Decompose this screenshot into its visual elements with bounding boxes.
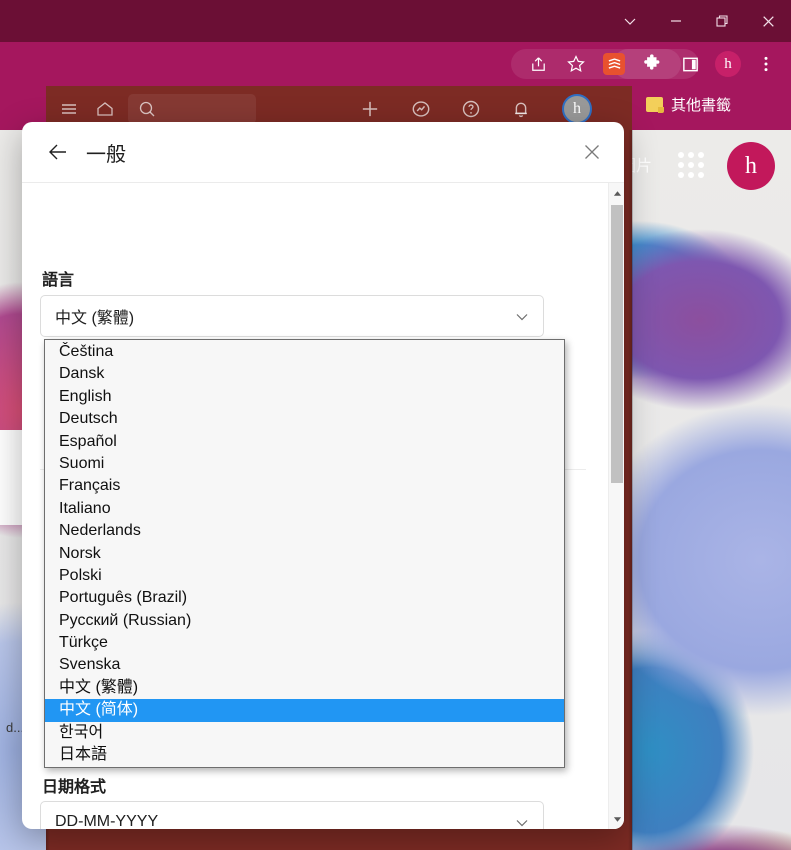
chevron-down-icon (514, 815, 530, 829)
language-select-value: 中文 (繁體) (55, 310, 135, 327)
productivity-icon[interactable] (408, 96, 434, 122)
arrow-left-icon[interactable] (44, 138, 72, 166)
language-option[interactable]: Italiano (45, 498, 564, 520)
dialog-body: 語言 中文 (繁體) 日期格式 DD-MM-YYYY 一周開始 ČeštinaD… (22, 183, 624, 829)
language-option[interactable]: Русский (Russian) (45, 610, 564, 632)
language-option[interactable]: Français (45, 475, 564, 497)
language-option[interactable]: Svenska (45, 654, 564, 676)
language-option[interactable]: 中文 (繁體) (45, 677, 564, 699)
menu-hamburger-icon[interactable] (56, 96, 82, 122)
date-format-select-value: DD-MM-YYYY (55, 813, 159, 829)
profile-initial: h (715, 51, 741, 77)
language-option[interactable]: Suomi (45, 453, 564, 475)
dialog-scrollbar[interactable] (608, 183, 624, 829)
app-user-avatar[interactable]: h (562, 94, 592, 124)
account-avatar[interactable]: h (727, 142, 775, 190)
language-option[interactable]: Deutsch (45, 408, 564, 430)
settings-dialog: 一般 語言 中文 (繁體) 日期格式 DD-MM-YYYY 一周開 (22, 122, 624, 829)
close-icon[interactable] (578, 138, 606, 166)
browser-window: h 其他書籤 d... 圖片 h h 一般 語言 中文 (繁體) 日期格式 DD… (0, 0, 791, 850)
bookmark-label: 其他書籤 (671, 97, 732, 114)
scrollbar-thumb[interactable] (611, 205, 623, 483)
label-date-format: 日期格式 (42, 779, 107, 796)
extensions-puzzle-icon[interactable] (633, 49, 671, 79)
language-select[interactable]: 中文 (繁體) (40, 295, 544, 337)
date-format-select[interactable]: DD-MM-YYYY (40, 801, 544, 829)
notifications-bell-icon[interactable] (508, 96, 534, 122)
bookmark-other-bookmarks[interactable]: 其他書籤 (646, 94, 731, 115)
scroll-down-arrow-icon[interactable] (609, 811, 624, 827)
home-icon[interactable] (92, 96, 118, 122)
language-option[interactable]: Nederlands (45, 520, 564, 542)
tab-search-chevron-icon[interactable] (607, 0, 653, 42)
language-option[interactable]: Čeština (45, 341, 564, 363)
browser-toolbar-actions: h (519, 42, 785, 86)
language-option[interactable]: 中文 (简体) (45, 699, 564, 722)
label-language: 語言 (42, 272, 75, 289)
todoist-extension-icon[interactable] (595, 49, 633, 79)
language-option[interactable]: Português (Brazil) (45, 587, 564, 609)
language-option[interactable]: Polski (45, 565, 564, 587)
google-apps-grid-icon[interactable] (678, 152, 708, 178)
dialog-title: 一般 (86, 143, 126, 166)
language-option[interactable]: Türkçe (45, 632, 564, 654)
minimize-icon[interactable] (653, 0, 699, 42)
app-right-shadow (628, 130, 633, 850)
restore-icon[interactable] (699, 0, 745, 42)
scroll-up-arrow-icon[interactable] (609, 185, 624, 201)
window-titlebar (0, 0, 791, 42)
language-option[interactable]: English (45, 386, 564, 408)
todoist-logo-icon (603, 53, 625, 75)
folder-icon (646, 97, 664, 113)
sidebar-panel-icon[interactable] (671, 49, 709, 79)
language-option[interactable]: Español (45, 431, 564, 453)
chevron-down-icon (514, 309, 530, 330)
window-controls (607, 0, 791, 42)
language-option[interactable]: 日本語 (45, 744, 564, 766)
help-icon[interactable] (458, 96, 484, 122)
dialog-header: 一般 (22, 122, 624, 183)
profile-avatar-icon[interactable]: h (709, 49, 747, 79)
add-task-icon[interactable] (357, 96, 383, 122)
browser-toolbar: h (0, 42, 791, 86)
language-option[interactable]: Norsk (45, 543, 564, 565)
share-icon[interactable] (519, 49, 557, 79)
favorite-star-icon[interactable] (557, 49, 595, 79)
close-icon[interactable] (745, 0, 791, 42)
search-icon (134, 96, 160, 122)
language-dropdown-list[interactable]: Čeština Dansk English Deutsch Español Suomi Fr… (44, 339, 565, 769)
language-option[interactable]: 한국어 (45, 722, 564, 744)
browser-menu-icon[interactable] (747, 49, 785, 79)
language-option[interactable]: Dansk (45, 363, 564, 385)
